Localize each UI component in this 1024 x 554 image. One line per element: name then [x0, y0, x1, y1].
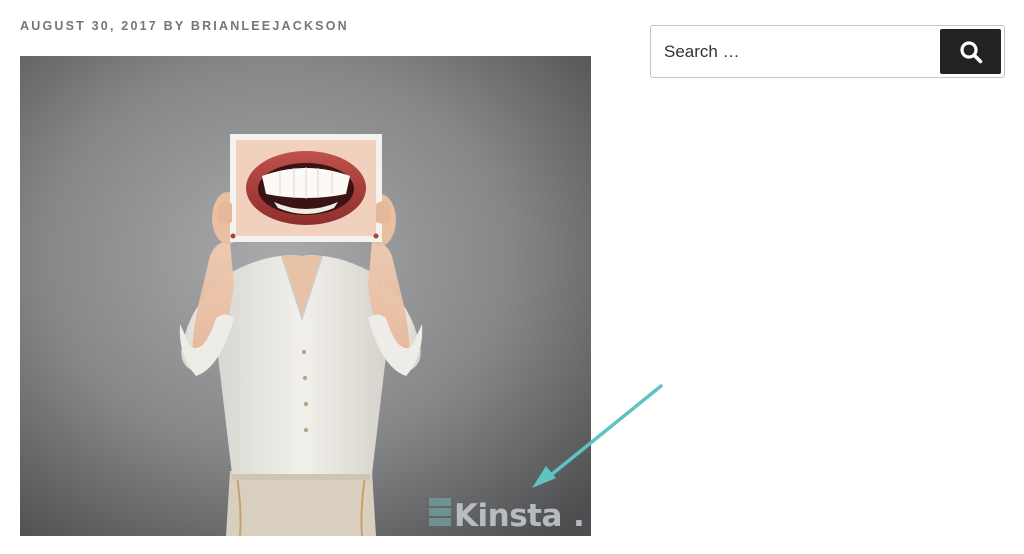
- search-input[interactable]: [652, 27, 937, 76]
- featured-image-art: Kinsta .: [20, 56, 591, 536]
- featured-image[interactable]: Kinsta .: [20, 56, 591, 536]
- search-icon: [959, 40, 982, 63]
- post-date[interactable]: AUGUST 30, 2017: [20, 19, 158, 33]
- svg-text:.: .: [573, 498, 585, 534]
- entry-meta: AUGUST 30, 2017 BY BRIANLEEJACKSON: [20, 19, 349, 33]
- author-link[interactable]: BRIANLEEJACKSON: [191, 19, 349, 33]
- svg-text:Kinsta: Kinsta: [454, 498, 562, 534]
- byline-label: BY: [163, 19, 186, 33]
- search-button[interactable]: [940, 29, 1001, 74]
- search-form: [650, 25, 1005, 78]
